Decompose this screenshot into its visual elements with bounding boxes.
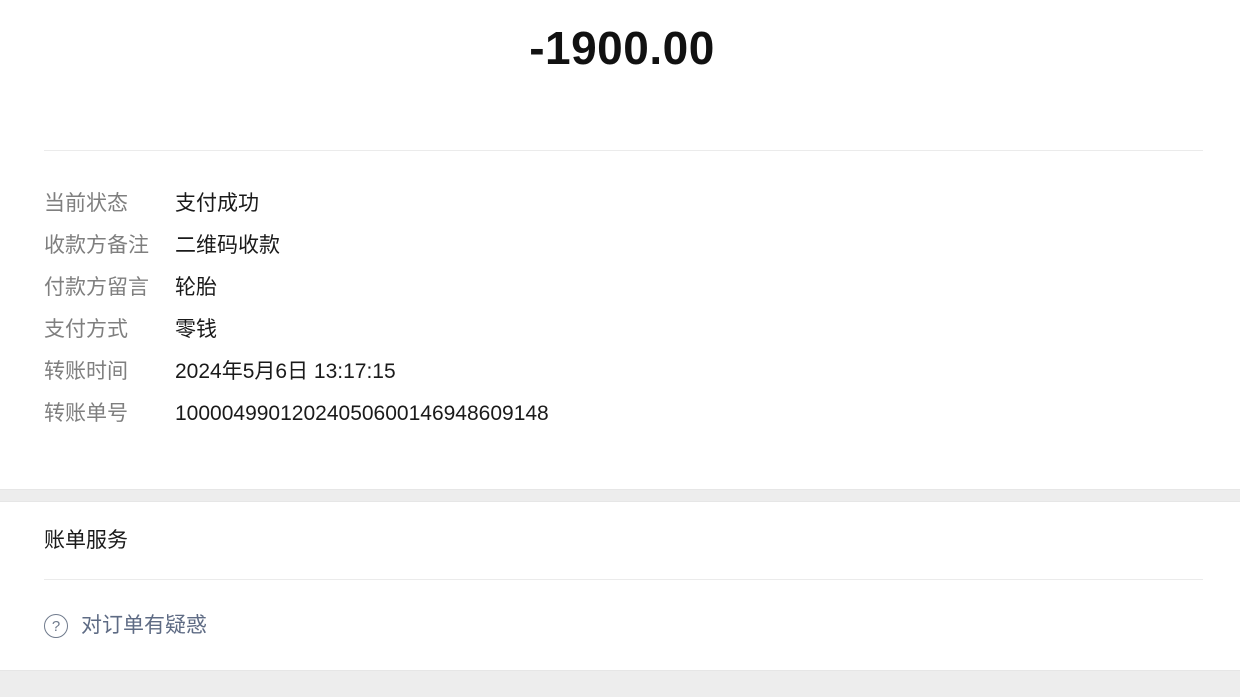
bill-service-title: 账单服务	[44, 529, 128, 552]
detail-value: 零钱	[175, 318, 217, 341]
transaction-amount: -1900.00	[529, 22, 715, 74]
detail-label: 付款方留言	[44, 276, 149, 299]
detail-value[interactable]: 10000499012024050600146948609148	[175, 393, 549, 435]
detail-label: 转账单号	[44, 402, 128, 425]
detail-label: 收款方备注	[44, 234, 149, 257]
detail-row-status: 当前状态 支付成功	[44, 183, 1203, 225]
detail-value: 二维码收款	[175, 234, 280, 257]
section-separator	[0, 489, 1240, 502]
detail-label: 支付方式	[44, 318, 128, 341]
question-circle-icon: ?	[44, 614, 68, 638]
detail-label: 转账时间	[44, 360, 128, 383]
bottom-separator	[0, 670, 1240, 697]
order-question-label: 对订单有疑惑	[81, 614, 207, 637]
detail-row-transfer-id: 转账单号 10000499012024050600146948609148	[44, 393, 1203, 435]
order-question-link[interactable]: ? 对订单有疑惑	[44, 605, 207, 647]
transaction-details: 当前状态 支付成功 收款方备注 二维码收款 付款方留言 轮胎 支付方式 零钱 转…	[44, 183, 1203, 435]
detail-label: 当前状态	[44, 192, 128, 215]
detail-value: 2024年5月6日 13:17:15	[175, 360, 396, 383]
detail-row-payment-method: 支付方式 零钱	[44, 309, 1203, 351]
detail-value: 轮胎	[175, 276, 217, 299]
detail-row-transfer-time: 转账时间 2024年5月6日 13:17:15	[44, 351, 1203, 393]
detail-row-payer-message: 付款方留言 轮胎	[44, 267, 1203, 309]
amount-divider	[44, 150, 1203, 151]
detail-row-payee-note: 收款方备注 二维码收款	[44, 225, 1203, 267]
bill-service-divider	[44, 579, 1203, 580]
detail-value: 支付成功	[175, 192, 259, 215]
